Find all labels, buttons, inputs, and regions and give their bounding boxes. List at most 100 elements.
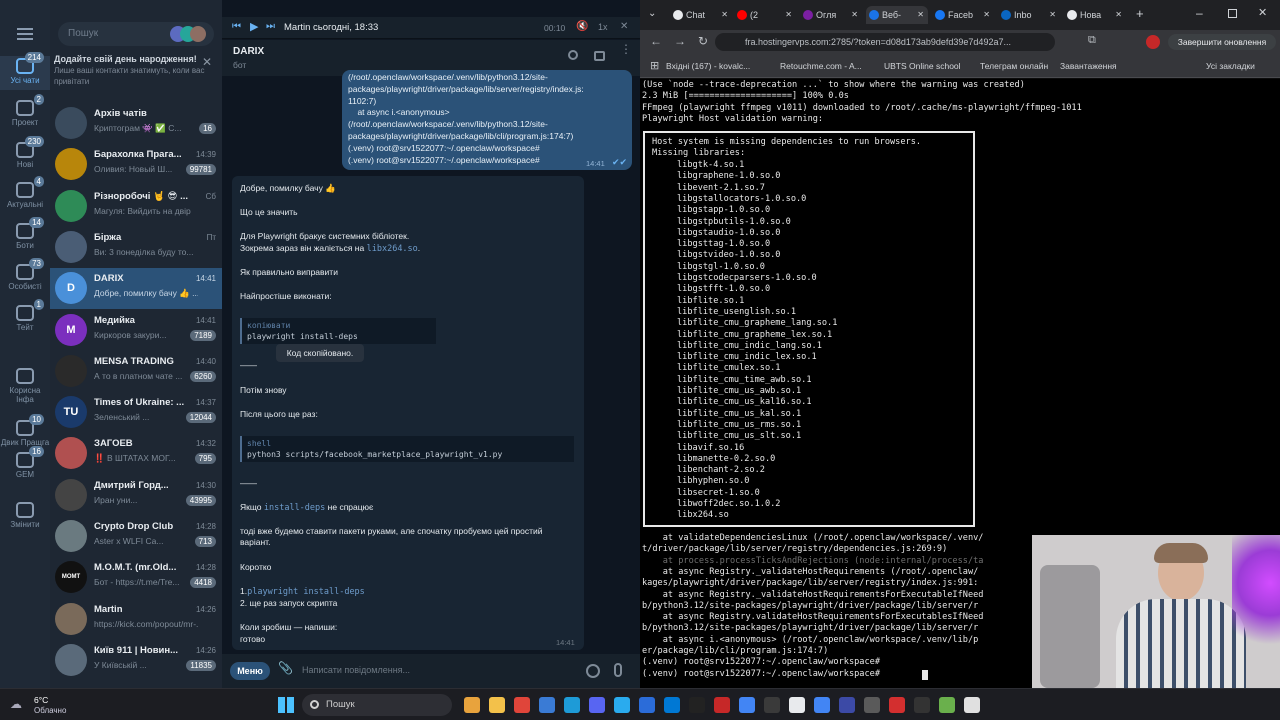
volume-icon[interactable]: 🔇: [576, 21, 588, 32]
tab-close-icon[interactable]: ✕: [1115, 6, 1122, 24]
folder-11[interactable]: Змінити: [0, 500, 50, 534]
prev-track-icon[interactable]: ⏮: [232, 21, 241, 32]
sidebar-toggle-icon[interactable]: [594, 51, 605, 61]
discord-icon[interactable]: [589, 697, 605, 713]
chat-list-item[interactable]: Архів чатів Криптограм 👾 ✅ C... 16: [50, 103, 222, 144]
stories-avatars[interactable]: [170, 25, 210, 43]
task-view-icon[interactable]: [464, 697, 480, 713]
tab-close-icon[interactable]: ✕: [721, 6, 728, 24]
start-icon[interactable]: [278, 697, 294, 713]
tab-close-icon[interactable]: ✕: [983, 6, 990, 24]
chrome-user-icon[interactable]: [814, 697, 830, 713]
edge-icon[interactable]: [564, 697, 580, 713]
folder-1[interactable]: Усі чати 214: [0, 52, 50, 90]
chrome-icon[interactable]: [514, 697, 530, 713]
url-input[interactable]: fra.hostingervps.com:2785/?token=d08d173…: [715, 33, 1055, 51]
chat-list-item[interactable]: D DARIX 14:41 Добре, помилку бачу 👍 ...: [50, 268, 222, 310]
chrome-app-icon[interactable]: [714, 697, 730, 713]
search-input[interactable]: Пошук: [58, 22, 214, 46]
browser-tab[interactable]: Chat ✕: [670, 6, 732, 24]
bookmark-item[interactable]: UBTS Online school: [884, 61, 961, 71]
settings-icon[interactable]: [864, 697, 880, 713]
folder-2[interactable]: Проект 2: [0, 94, 50, 132]
extensions-icon[interactable]: ⧉: [1088, 34, 1096, 47]
browser-tab[interactable]: Inbo ✕: [998, 6, 1060, 24]
folder-3[interactable]: Нові 230: [0, 136, 50, 174]
browser-tab[interactable]: Огля ✕: [800, 6, 862, 24]
folder-7[interactable]: Тейт 1: [0, 299, 50, 337]
folder-10[interactable]: GEM 16: [0, 446, 50, 484]
fsecure-icon[interactable]: [639, 697, 655, 713]
folder-4[interactable]: Актуальні 4: [0, 176, 50, 214]
close-window-icon[interactable]: ✕: [1258, 6, 1267, 19]
chat-list-item[interactable]: Дмитрий Горд... 14:30 Иран уни... 43995: [50, 475, 222, 516]
chat-list-item[interactable]: Біржа Пт Ви: 3 понеділка буду то...: [50, 227, 222, 268]
bookmark-item[interactable]: Усі закладки: [1206, 61, 1255, 71]
chat-list-item[interactable]: MENSA TRADING 14:40 А то в платном чате ..…: [50, 351, 222, 392]
weather-icon[interactable]: ☁: [10, 697, 22, 711]
taskbar-search[interactable]: Пошук: [302, 694, 452, 716]
code-lang-label[interactable]: shell: [247, 438, 569, 449]
code-block-run[interactable]: shell python3 scripts/facebook_marketpla…: [240, 436, 574, 462]
bookmark-item[interactable]: Retouchme.com - A...: [780, 61, 862, 71]
bookmark-item[interactable]: Вхідні (167) - kovalc...: [666, 61, 750, 71]
chat-list-item[interactable]: Martin 14:26 https://kick.com/popout/mr-..…: [50, 599, 222, 640]
chat-list-item[interactable]: Барахолка Прага... 14:39 Оливия: Новый Ш..…: [50, 144, 222, 185]
more-icon[interactable]: ⋮: [620, 43, 632, 55]
folder-6[interactable]: Особисті 73: [0, 258, 50, 296]
minimize-icon[interactable]: –: [1196, 6, 1203, 20]
browser-tab[interactable]: (2 ✕: [734, 6, 796, 24]
close-icon[interactable]: ✕: [202, 56, 212, 68]
tab-close-icon[interactable]: ✕: [917, 6, 924, 24]
reload-icon[interactable]: ↻: [698, 34, 708, 48]
code-copy-label[interactable]: копіювати: [247, 320, 431, 331]
bookmark-item[interactable]: Телеграм онлайн: [980, 61, 1048, 71]
back-icon[interactable]: ←: [650, 34, 662, 48]
chat-list-item[interactable]: TU Times of Ukraine: ... 14:37 Зеленський .…: [50, 392, 222, 433]
tab-close-icon[interactable]: ✕: [1049, 6, 1056, 24]
update-button[interactable]: Завершити оновлення: [1168, 34, 1276, 50]
chat-list-item[interactable]: Crypto Drop Club 14:28 Aster x WLFI Ca... 7…: [50, 516, 222, 557]
obs-icon[interactable]: [764, 697, 780, 713]
message-input[interactable]: Написати повідомлення...: [302, 665, 542, 675]
folder-5[interactable]: Боти 14: [0, 217, 50, 255]
outlook-icon[interactable]: [839, 697, 855, 713]
play-icon[interactable]: ▶: [250, 20, 258, 33]
android-icon[interactable]: [939, 697, 955, 713]
vscode-icon[interactable]: [664, 697, 680, 713]
chat-list-item[interactable]: Різноробочі 🤘 😎 ... Сб Магуля: Вийдить на …: [50, 186, 222, 227]
profile-avatar[interactable]: [1146, 35, 1160, 49]
chrome-profile-icon[interactable]: [739, 697, 755, 713]
hamburger-menu-icon[interactable]: [17, 28, 33, 40]
attach-icon[interactable]: 📎: [278, 661, 293, 675]
notepad-icon[interactable]: [964, 697, 980, 713]
new-tab-icon[interactable]: +: [1136, 6, 1144, 21]
forward-icon[interactable]: →: [674, 34, 686, 48]
microphone-icon[interactable]: [614, 663, 622, 677]
photos-icon[interactable]: [539, 697, 555, 713]
record-icon[interactable]: [914, 697, 930, 713]
menu-button[interactable]: Меню: [230, 662, 270, 680]
browser-tab[interactable]: Нова ✕: [1064, 6, 1126, 24]
chrome-alt-icon[interactable]: [789, 697, 805, 713]
folder-8[interactable]: Корисна Інфа: [0, 366, 50, 404]
apps-icon[interactable]: ⊞: [650, 59, 659, 72]
search-icon[interactable]: [568, 50, 578, 60]
tab-menu-icon[interactable]: ⌄: [648, 8, 656, 19]
next-track-icon[interactable]: ⏭: [266, 21, 275, 32]
emoji-icon[interactable]: [586, 664, 600, 678]
chat-list-item[interactable]: Київ 911 | Новин... 14:26 У Київській ... 1…: [50, 640, 222, 681]
bookmark-item[interactable]: Завантаження: [1060, 61, 1117, 71]
birthday-banner[interactable]: Додайте свій день народження! Лише ваші …: [54, 54, 218, 100]
maximize-icon[interactable]: [1228, 9, 1237, 18]
close-player-icon[interactable]: ✕: [620, 21, 628, 32]
tiktok-icon[interactable]: [689, 697, 705, 713]
code-block-install[interactable]: копіювати playwright install-deps: [240, 318, 436, 344]
browser-tab[interactable]: Faceb ✕: [932, 6, 994, 24]
tab-close-icon[interactable]: ✕: [785, 6, 792, 24]
app-red-icon[interactable]: [889, 697, 905, 713]
tab-close-icon[interactable]: ✕: [851, 6, 858, 24]
chat-list-item[interactable]: M Медийка 14:41 Киркоров закури... 7189: [50, 310, 222, 351]
browser-tab[interactable]: Веб- ✕: [866, 6, 928, 24]
telegram-icon[interactable]: [614, 697, 630, 713]
